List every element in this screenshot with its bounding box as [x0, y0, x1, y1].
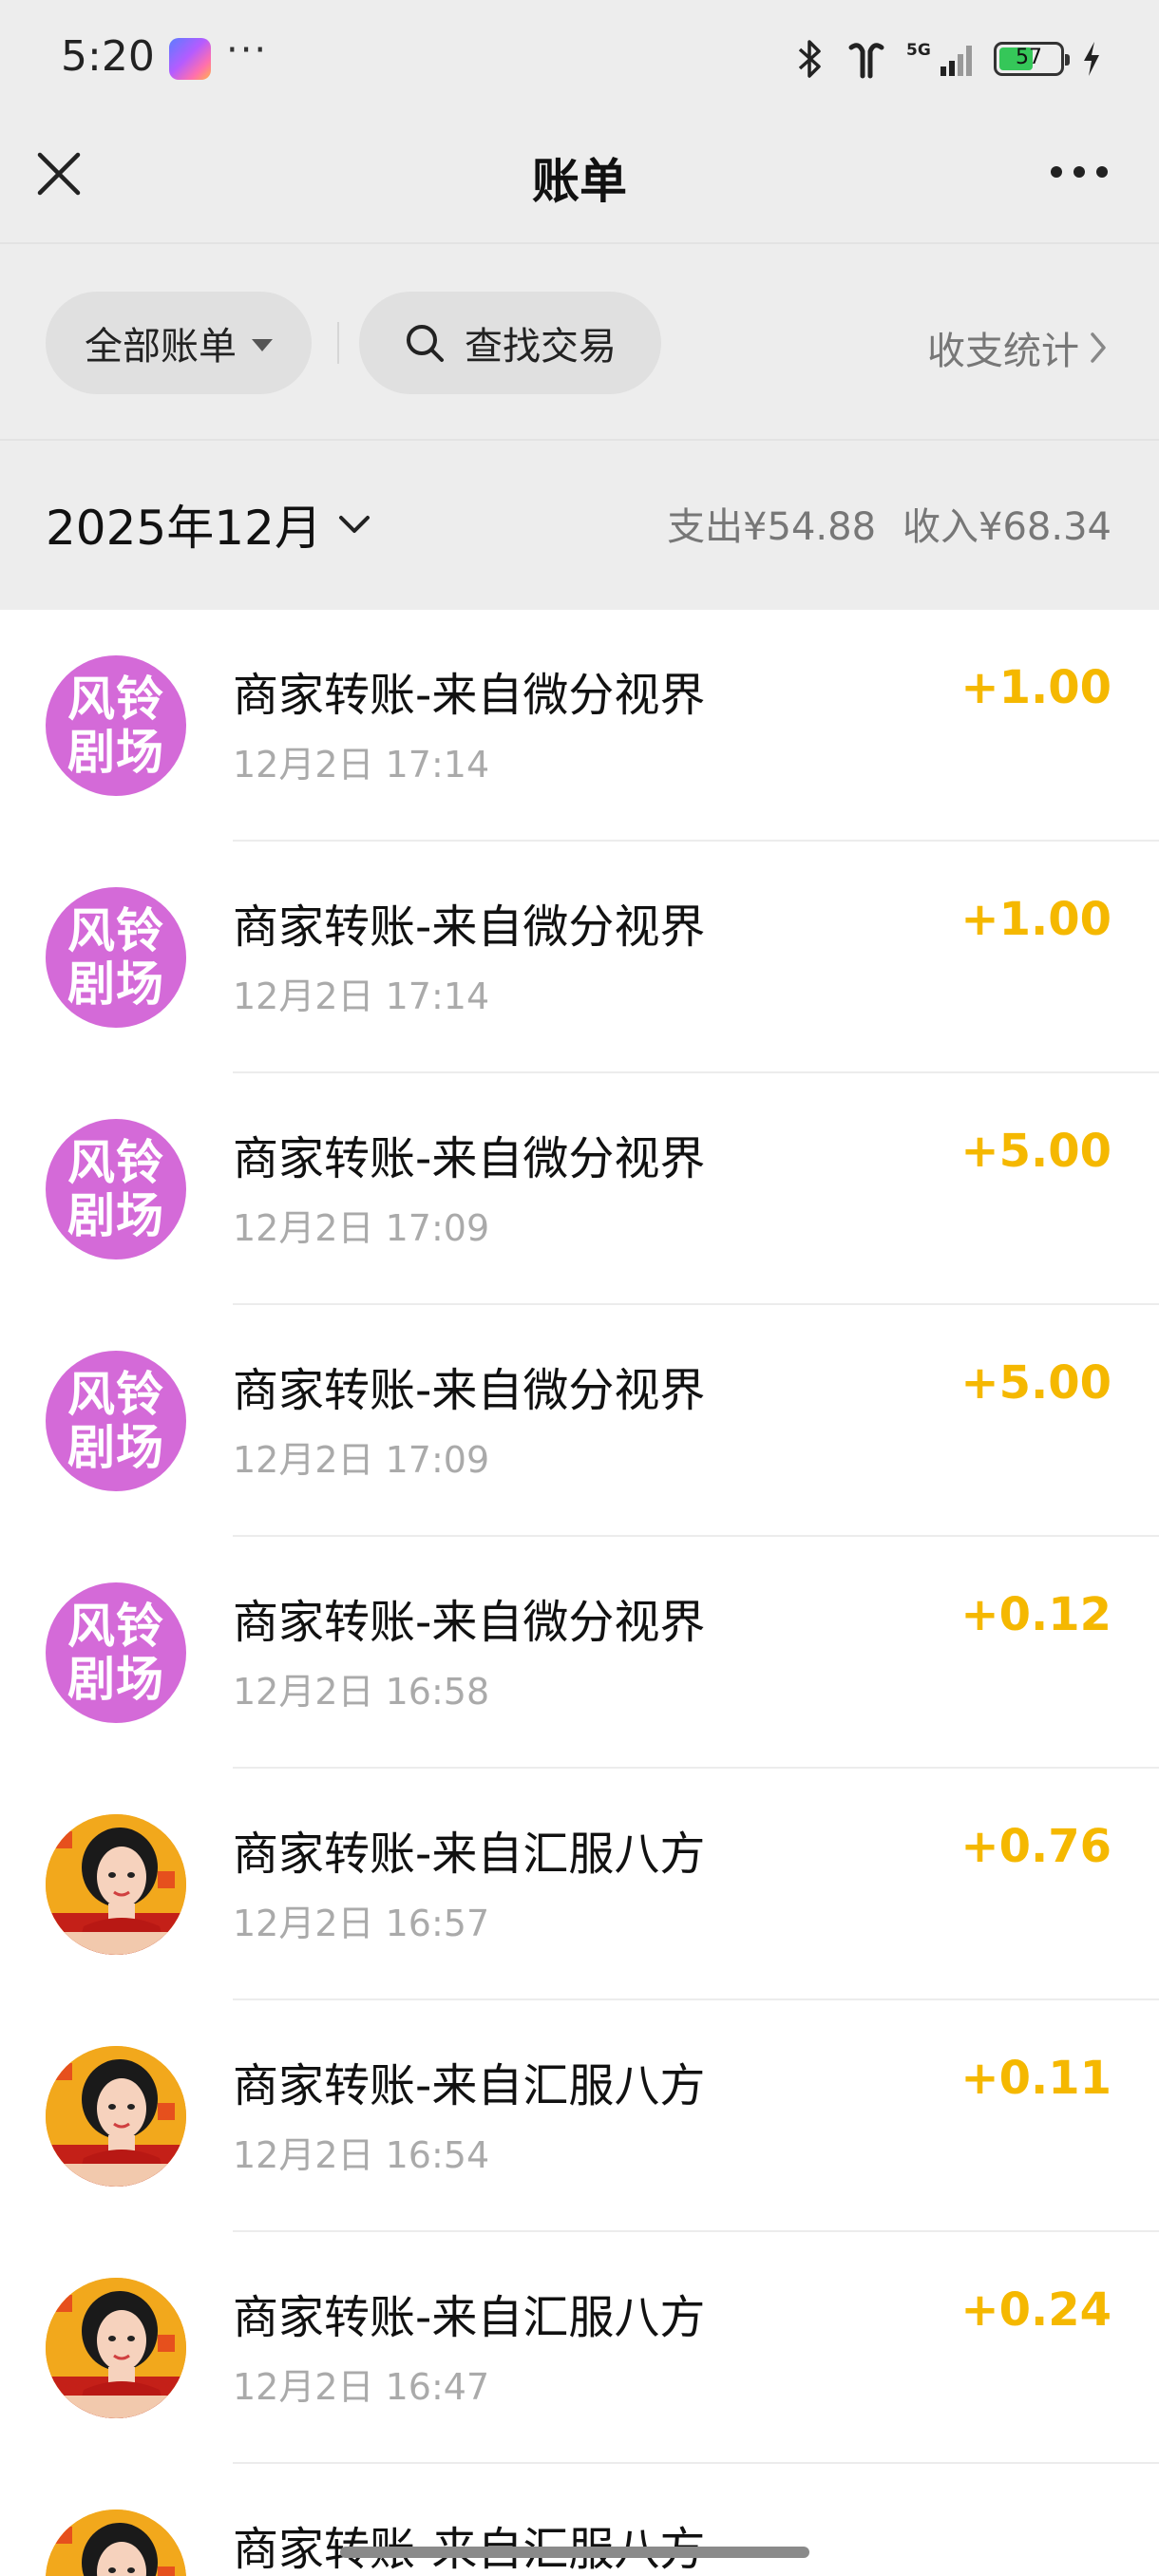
merchant-avatar: [46, 1814, 186, 1955]
income-expense-stats-link[interactable]: 收支统计: [927, 320, 1108, 375]
avatar-text-line-1: 风铃: [67, 1135, 164, 1190]
transaction-time: 12月2日 17:09: [233, 1439, 490, 1481]
transaction-row[interactable]: 风铃 剧场 商家转账-来自微分视界 12月2日 17:14 +1.00: [0, 610, 1159, 842]
transaction-row[interactable]: 商家转账-来自汇服八方 12月2日 16:54 +0.11: [0, 2000, 1159, 2232]
transaction-amount: +5.00: [960, 1356, 1112, 1410]
app-notification-icon: [169, 38, 211, 80]
battery-cap: [1065, 54, 1070, 66]
more-notifications-icon: ···: [226, 28, 269, 72]
portrait-avatar-image: [46, 2510, 186, 2576]
chevron-down-icon: [338, 516, 370, 533]
avatar-text-line-2: 剧场: [67, 1188, 164, 1243]
avatar-text-line-2: 剧场: [67, 957, 164, 1012]
transaction-title: 商家转账-来自微分视界: [233, 669, 706, 722]
transaction-title: 商家转账-来自汇服八方: [233, 2059, 706, 2112]
transaction-time: 12月2日 17:09: [233, 1207, 490, 1249]
filter-separator: [337, 322, 339, 364]
status-time: 5:20: [61, 32, 155, 81]
transaction-title: 商家转账-来自微分视界: [233, 1596, 706, 1649]
transaction-amount: +0.24: [960, 2283, 1112, 2337]
transaction-row[interactable]: 商家转账-来自汇服八方: [0, 2464, 1159, 2576]
merchant-avatar: [46, 2510, 186, 2576]
transaction-amount: +1.00: [960, 893, 1112, 946]
search-transactions-label: 查找交易: [465, 325, 617, 369]
portrait-avatar-image: [46, 2278, 186, 2418]
avatar-text-line-2: 剧场: [67, 1652, 164, 1707]
search-icon: [407, 325, 444, 362]
month-row: 2025年12月 支出¥54.88 收入¥68.34: [0, 441, 1159, 610]
avatar-text-line-1: 风铃: [67, 672, 164, 727]
charging-icon: [1084, 42, 1099, 76]
merchant-avatar: [46, 2046, 186, 2187]
home-indicator[interactable]: [340, 2547, 809, 2558]
bluetooth-icon: [798, 40, 821, 78]
transaction-list: 风铃 剧场 商家转账-来自微分视界 12月2日 17:14 +1.00 风铃 剧场 …: [0, 610, 1159, 2576]
merchant-avatar: 风铃 剧场: [46, 1351, 186, 1491]
transaction-time: 12月2日 17:14: [233, 975, 490, 1017]
transaction-title: 商家转账-来自微分视界: [233, 900, 706, 954]
transaction-amount: +5.00: [960, 1125, 1112, 1178]
merchant-avatar: 风铃 剧场: [46, 1582, 186, 1723]
transaction-time: 12月2日 16:54: [233, 2134, 490, 2176]
transaction-amount: +0.76: [960, 1820, 1112, 1873]
stats-label: 收支统计: [927, 330, 1079, 373]
month-selector[interactable]: 2025年12月: [46, 490, 371, 559]
transaction-row[interactable]: 风铃 剧场 商家转账-来自微分视界 12月2日 17:14 +1.00: [0, 842, 1159, 1073]
month-label: 2025年12月: [46, 501, 322, 556]
status-indicators: 5G 57: [794, 34, 1102, 84]
merchant-avatar: 风铃 剧场: [46, 887, 186, 1028]
avatar-text-line-1: 风铃: [67, 1599, 164, 1654]
transaction-time: 12月2日 16:57: [233, 1903, 490, 1944]
filter-row: 全部账单 查找交易 收支统计: [0, 244, 1159, 439]
merchant-avatar: [46, 2278, 186, 2418]
battery-percent: 57: [1016, 46, 1042, 69]
transaction-amount: +0.12: [960, 1588, 1112, 1641]
search-transactions-button[interactable]: 查找交易: [359, 292, 661, 394]
transaction-amount: +0.11: [960, 2052, 1112, 2105]
avatar-text-line-2: 剧场: [67, 725, 164, 780]
transaction-row[interactable]: 商家转账-来自汇服八方 12月2日 16:57 +0.76: [0, 1769, 1159, 2000]
transaction-time: 12月2日 16:58: [233, 1671, 490, 1713]
transaction-title: 商家转账-来自微分视界: [233, 1132, 706, 1185]
month-expense-total: 支出¥54.88: [667, 505, 877, 549]
all-bills-label: 全部账单: [85, 325, 237, 369]
transaction-title: 商家转账-来自汇服八方: [233, 1828, 706, 1881]
transaction-title: 商家转账-来自汇服八方: [233, 2511, 705, 2576]
dropdown-caret-icon: [252, 338, 273, 351]
transaction-amount: +1.00: [960, 661, 1112, 714]
portrait-avatar-image: [46, 2046, 186, 2187]
month-summary: 支出¥54.88 收入¥68.34: [667, 496, 1112, 551]
merchant-avatar: 风铃 剧场: [46, 655, 186, 796]
merchant-avatar: 风铃 剧场: [46, 1119, 186, 1260]
more-icon[interactable]: [1049, 153, 1110, 191]
transaction-time: 12月2日 16:47: [233, 2366, 490, 2408]
nav-bar: 账单: [0, 119, 1159, 242]
network-type: 5G: [906, 41, 931, 60]
avatar-text-line-2: 剧场: [67, 1420, 164, 1475]
transaction-time: 12月2日 17:14: [233, 744, 490, 786]
earbuds-icon: [848, 43, 884, 79]
signal-icon: 5G: [906, 41, 972, 76]
status-bar: 5:20 ··· 5G 57: [0, 0, 1159, 119]
page-title: 账单: [532, 154, 627, 209]
all-bills-filter-button[interactable]: 全部账单: [46, 292, 312, 394]
bill-screen: 5:20 ··· 5G 57 账单 全部账单 查找交易 收支统计 2025年12…: [0, 0, 1159, 2576]
transaction-title: 商家转账-来自微分视界: [233, 1364, 706, 1417]
transaction-row[interactable]: 商家转账-来自汇服八方 12月2日 16:47 +0.24: [0, 2232, 1159, 2464]
avatar-text-line-1: 风铃: [67, 903, 164, 958]
chevron-right-icon: [1091, 332, 1106, 363]
transaction-row[interactable]: 风铃 剧场 商家转账-来自微分视界 12月2日 17:09 +5.00: [0, 1073, 1159, 1305]
avatar-text-line-1: 风铃: [67, 1367, 164, 1422]
transaction-row[interactable]: 风铃 剧场 商家转账-来自微分视界 12月2日 17:09 +5.00: [0, 1305, 1159, 1537]
portrait-avatar-image: [46, 1814, 186, 1955]
month-income-total: 收入¥68.34: [902, 505, 1112, 549]
transaction-title: 商家转账-来自汇服八方: [233, 2291, 706, 2344]
transaction-row[interactable]: 风铃 剧场 商家转账-来自微分视界 12月2日 16:58 +0.12: [0, 1537, 1159, 1769]
battery-icon: 57: [994, 42, 1070, 76]
